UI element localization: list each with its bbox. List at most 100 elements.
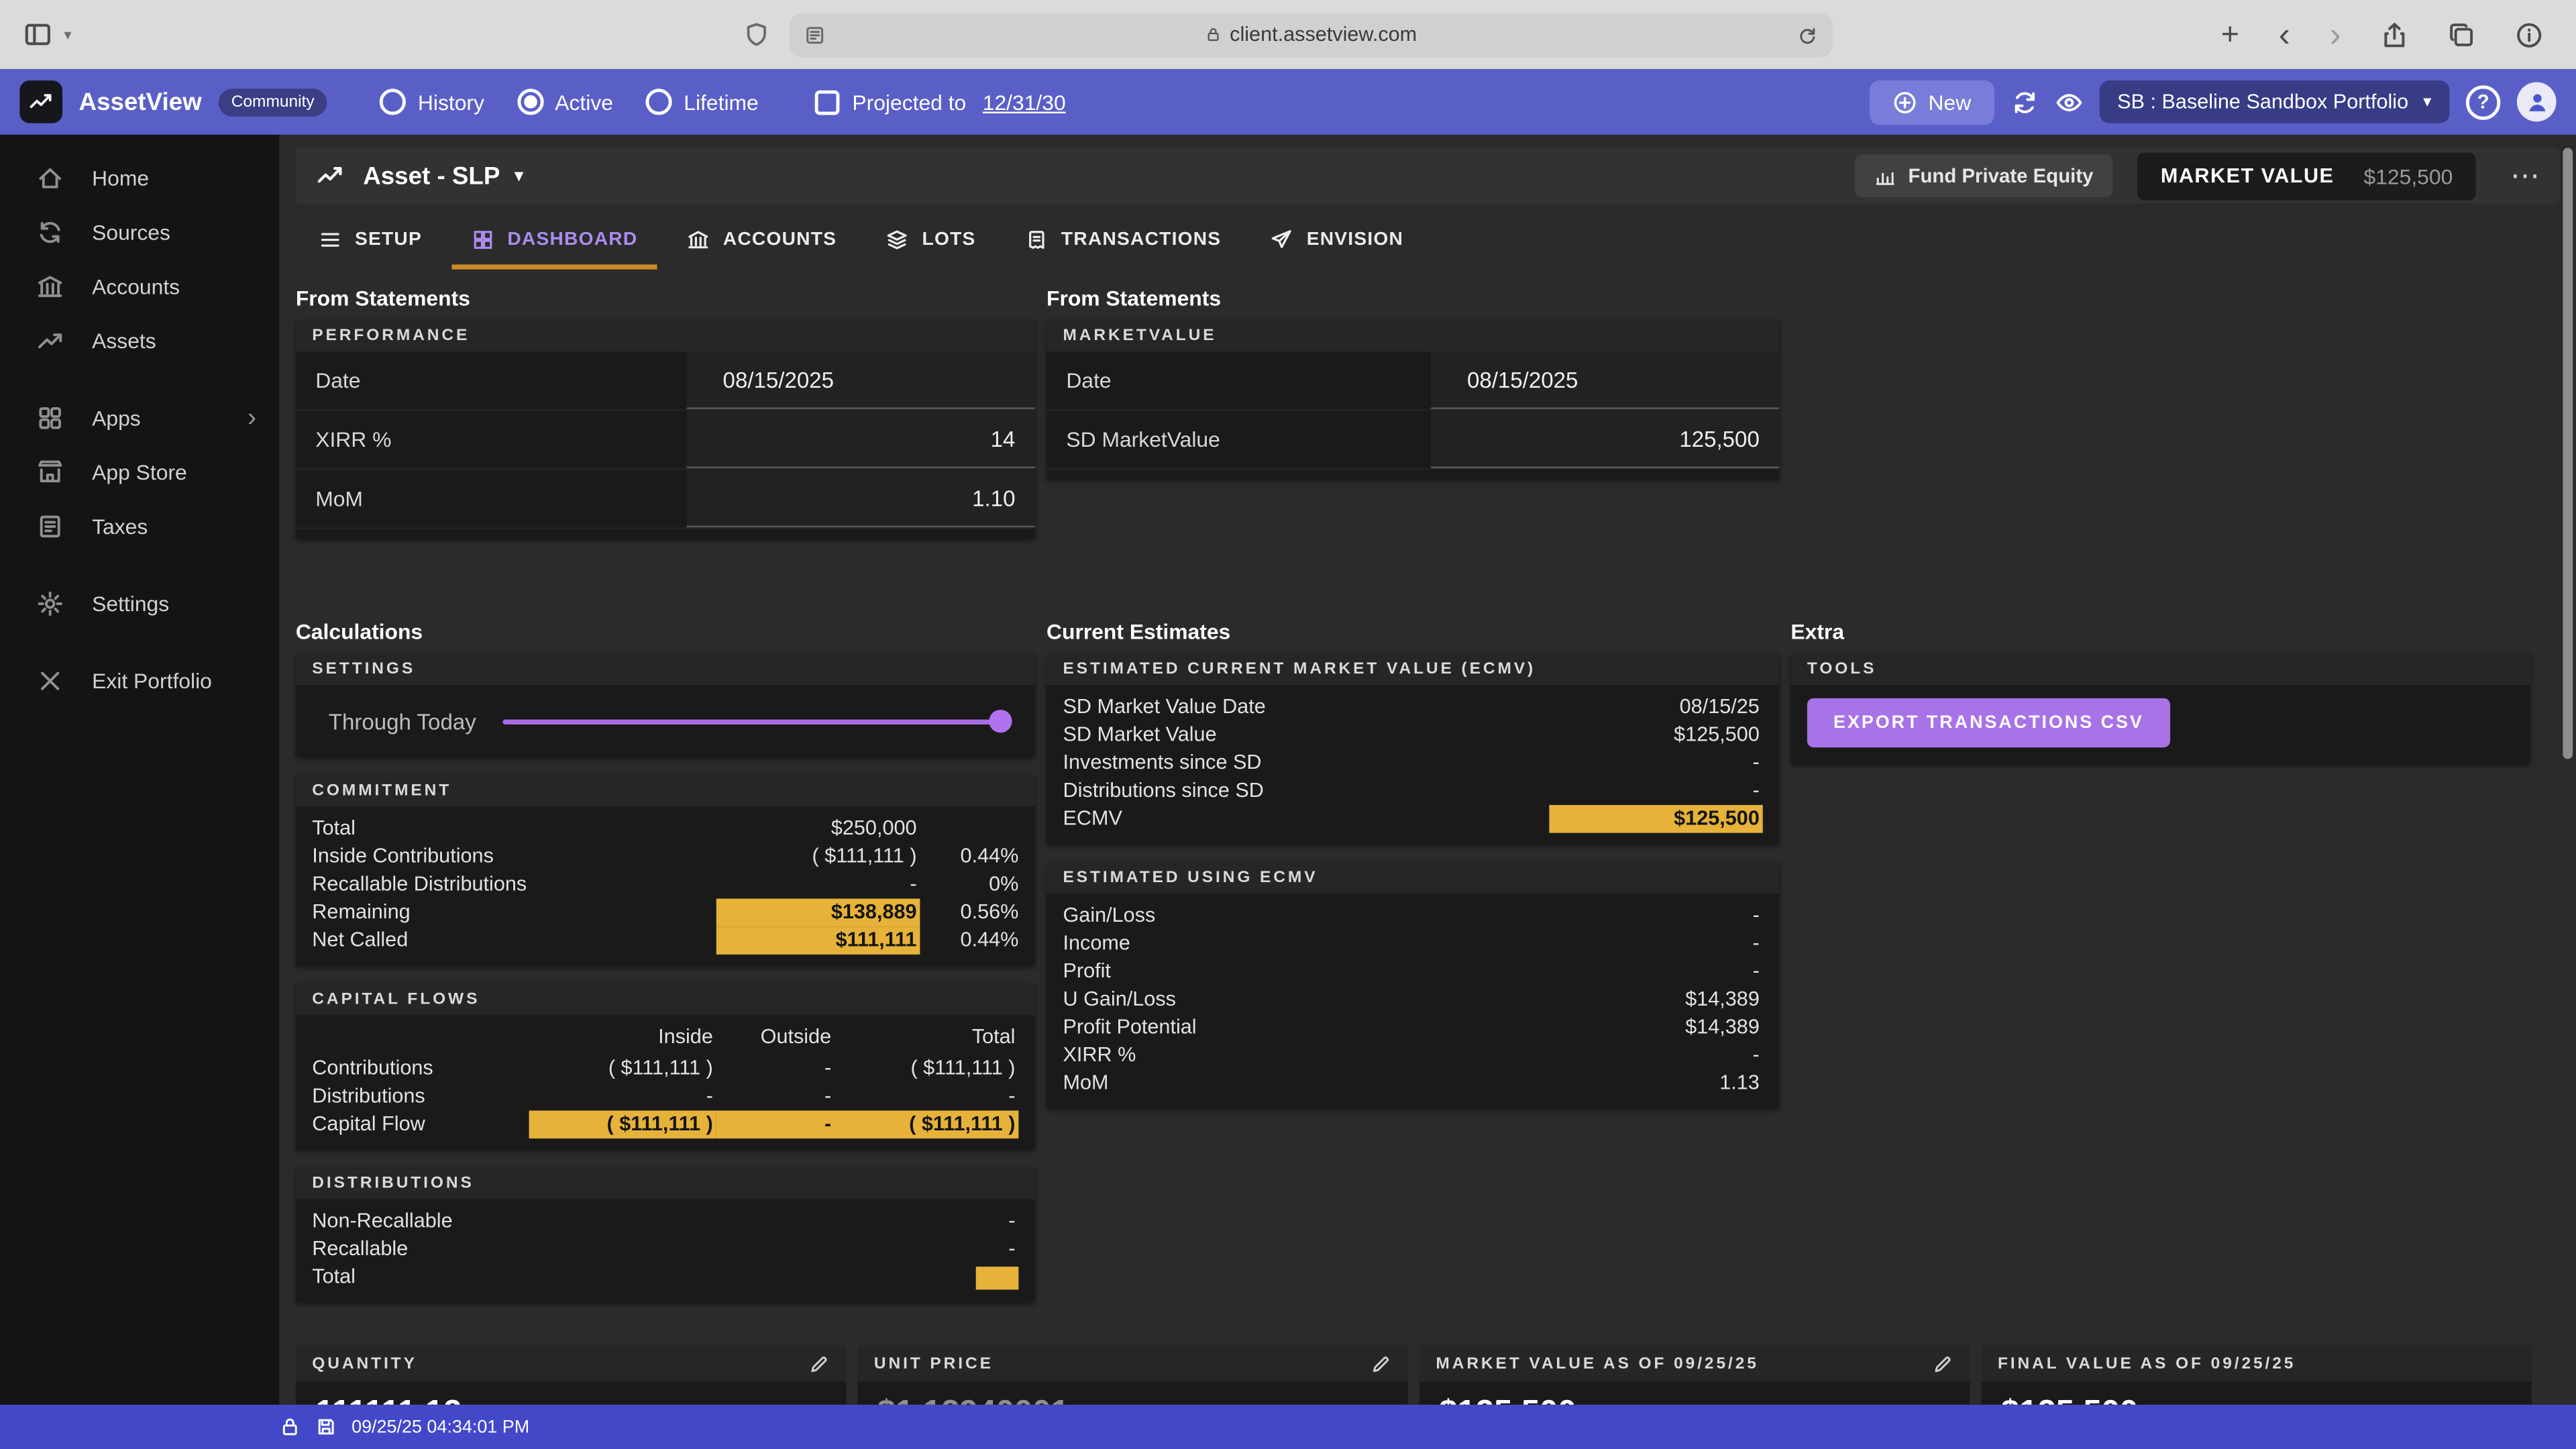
table-row: Contributions ( $111,111 ) - ( $111,111 … (312, 1055, 1018, 1083)
new-button[interactable]: New (1869, 80, 1994, 124)
timeframe-radio[interactable]: Active (517, 89, 613, 115)
value-cell: - (1549, 749, 1762, 777)
field-input[interactable]: 08/15/2025 (687, 352, 1035, 409)
value-cell: - (1549, 777, 1762, 805)
percent-cell: 0.44% (920, 926, 1018, 955)
field-row: XIRR % 14 (296, 411, 1035, 470)
card-value: $125,500 (1981, 1382, 2531, 1405)
slider-thumb[interactable] (989, 710, 1012, 733)
scrollbar-thumb[interactable] (2563, 148, 2573, 759)
tab[interactable]: ENVISION (1250, 213, 1423, 269)
info-icon[interactable] (2515, 21, 2543, 49)
field-input[interactable]: 1.10 (687, 470, 1035, 527)
share-icon[interactable] (2381, 21, 2409, 49)
fund-private-equity-button[interactable]: Fund Private Equity (1854, 154, 2113, 197)
percent-cell: 0.56% (920, 899, 1018, 927)
edit-pencil-icon[interactable] (1932, 1353, 1953, 1375)
lock-icon (279, 1416, 301, 1438)
app-header: AssetView Community History Active Lifet… (0, 69, 2576, 135)
export-transactions-csv-button[interactable]: EXPORT TRANSACTIONS CSV (1807, 698, 2170, 747)
total-cell: ( $111,111 ) (835, 1111, 1018, 1139)
new-tab-icon[interactable]: + (2221, 19, 2239, 50)
panel-header: SETTINGS (296, 654, 1035, 686)
field-input[interactable]: 14 (687, 411, 1035, 468)
through-today-slider[interactable] (502, 710, 1009, 733)
table-row: SD Market Value $125,500 (1063, 721, 1762, 749)
store-icon (36, 458, 64, 486)
sync-icon[interactable] (2010, 88, 2039, 116)
table-row: Distributions since SD - (1063, 777, 1762, 805)
browser-chrome: ▾ client.assetview.com + ‹ › (0, 0, 2576, 69)
table-row: U Gain/Loss $14,389 (1063, 985, 1762, 1014)
marketvalue-panel: MARKETVALUE Date 08/15/2025 (1046, 321, 1779, 480)
table-row: Recallable Distributions - 0% (312, 871, 1018, 899)
bank-icon (36, 273, 64, 301)
tab[interactable]: SETUP (299, 213, 442, 269)
sidebar-toggle-icon[interactable] (23, 19, 52, 49)
more-menu-icon[interactable]: ⋯ (2510, 158, 2540, 193)
sidebar: Home › Sources › Accounts › Asse (0, 135, 279, 1405)
table-row: Profit Potential $14,389 (1063, 1014, 1762, 1042)
tab[interactable]: ACCOUNTS (667, 213, 857, 269)
field-input[interactable]: 08/15/2025 (1431, 352, 1779, 409)
app-logo[interactable] (19, 80, 62, 123)
sources-icon (36, 219, 64, 247)
sidebar-item[interactable]: Sources › (0, 205, 279, 260)
sidebar-item[interactable]: Taxes › (0, 499, 279, 553)
tab[interactable]: LOTS (866, 213, 996, 269)
chevron-down-icon[interactable]: ▾ (64, 25, 72, 44)
field-row: MoM 1.10 (296, 470, 1035, 529)
table-row: Capital Flow ( $111,111 ) - ( $111,111 ) (312, 1111, 1018, 1139)
tab-overview-icon[interactable] (2448, 21, 2476, 49)
timeframe-radio[interactable]: Lifetime (646, 89, 759, 115)
timeframe-radio[interactable]: History (380, 89, 484, 115)
edit-pencil-icon[interactable] (1370, 1353, 1391, 1375)
card-header: QUANTITY (296, 1346, 846, 1382)
estimated-using-ecmv-panel: ESTIMATED USING ECMV Gain/Loss - (1046, 863, 1779, 1109)
privacy-shield-icon[interactable] (743, 21, 769, 48)
projected-date-link[interactable]: 12/31/30 (983, 89, 1066, 114)
sidebar-item[interactable]: Settings › (0, 577, 279, 631)
edit-pencil-icon[interactable] (808, 1353, 830, 1375)
sidebar-item[interactable]: Accounts › (0, 260, 279, 314)
reader-icon[interactable] (804, 24, 826, 46)
table-row: Recallable - (312, 1236, 1018, 1264)
sidebar-item[interactable]: App Store › (0, 445, 279, 500)
save-icon[interactable] (315, 1416, 337, 1438)
sidebar-item[interactable]: Exit Portfolio › (0, 654, 279, 708)
sidebar-item[interactable]: Assets › (0, 314, 279, 368)
percent-cell: 0% (920, 871, 1018, 899)
avatar[interactable] (2517, 82, 2557, 121)
tab[interactable]: DASHBOARD (451, 213, 657, 269)
field-row: Date 08/15/2025 (1046, 352, 1779, 411)
person-icon (2524, 89, 2549, 114)
back-icon[interactable]: ‹ (2279, 17, 2290, 52)
help-button[interactable]: ? (2466, 85, 2500, 119)
card-header: FINAL VALUE AS OF 09/25/25 (1981, 1346, 2531, 1382)
section-title: From Statements (296, 286, 1035, 311)
eye-icon[interactable] (2055, 88, 2083, 116)
value-card: MARKET VALUE AS OF 09/25/25 $125,500 (1419, 1346, 1970, 1405)
tools-panel: TOOLS EXPORT TRANSACTIONS CSV (1790, 654, 2530, 764)
refresh-icon[interactable] (1796, 24, 1818, 46)
value-cell: 1.13 (1549, 1069, 1762, 1097)
sidebar-item[interactable]: Apps › (0, 391, 279, 445)
url-bar[interactable]: client.assetview.com (790, 12, 1833, 56)
tab[interactable]: TRANSACTIONS (1006, 213, 1241, 269)
value-cell: - (716, 871, 920, 899)
projected-to-checkbox[interactable]: Projected to (814, 89, 966, 114)
plus-circle-icon (1892, 89, 1917, 114)
field-input[interactable]: 125,500 (1431, 411, 1779, 468)
forward-icon[interactable]: › (2330, 17, 2341, 52)
panel-header: ESTIMATED USING ECMV (1046, 863, 1779, 894)
portfolio-selector[interactable]: SB : Baseline Sandbox Portfolio ▾ (2099, 80, 2449, 123)
value-cell: 08/15/25 (1549, 693, 1762, 721)
section-title: Extra (1790, 619, 2530, 644)
value-cell: ( $111,111 ) (716, 843, 920, 871)
inside-cell: - (529, 1083, 716, 1111)
ecmv-panel: ESTIMATED CURRENT MARKET VALUE (ECMV) SD… (1046, 654, 1779, 845)
sidebar-item[interactable]: Home › (0, 151, 279, 205)
asset-title-dropdown[interactable]: Asset - SLP ▾ (363, 162, 523, 190)
lots-icon (886, 228, 909, 251)
value-card: QUANTITY 111111.12 (296, 1346, 846, 1405)
